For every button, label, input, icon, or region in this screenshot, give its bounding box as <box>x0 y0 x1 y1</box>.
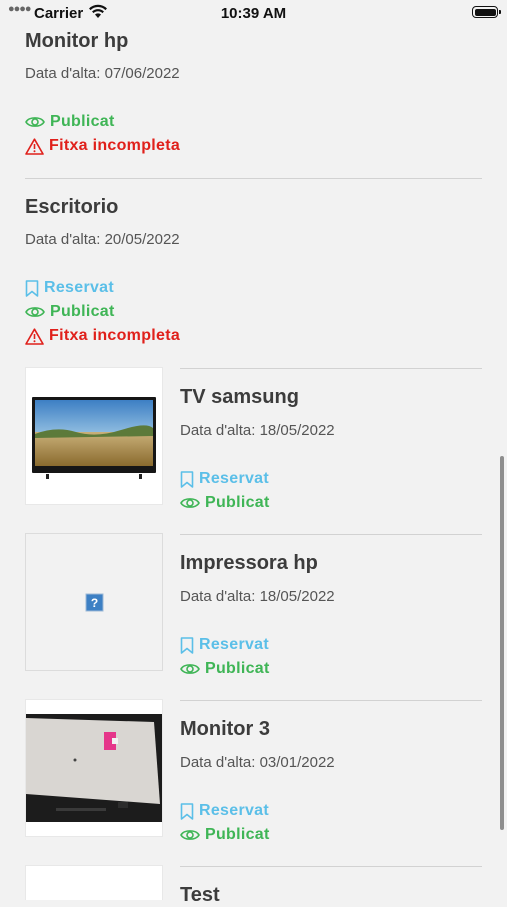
svg-text:?: ? <box>91 596 98 610</box>
clock: 10:39 AM <box>220 5 287 22</box>
item-title: Test <box>180 884 220 906</box>
divider <box>180 866 482 867</box>
item-thumbnail <box>25 699 163 837</box>
scrollbar[interactable] <box>500 456 504 830</box>
item-title: Monitor 3 <box>180 718 270 740</box>
divider <box>180 534 482 535</box>
bookmark-icon <box>180 636 194 654</box>
reserved-tag: Reservat <box>180 470 269 488</box>
monitor-image <box>26 714 162 822</box>
eye-icon <box>180 664 200 674</box>
item-date: Data d'alta: 07/06/2022 <box>25 65 180 82</box>
eye-icon <box>25 307 45 317</box>
warning-icon <box>25 327 44 345</box>
item-thumbnail <box>25 367 163 505</box>
bookmark-icon <box>25 279 39 297</box>
eye-icon <box>180 498 200 508</box>
divider <box>25 178 482 179</box>
reserved-tag: Reservat <box>25 279 114 297</box>
published-tag: Publicat <box>180 660 270 678</box>
item-date: Data d'alta: 20/05/2022 <box>25 231 180 248</box>
battery-icon <box>472 6 501 18</box>
missing-image-icon: ? <box>85 593 104 612</box>
incomplete-tag: Fitxa incompleta <box>25 327 180 345</box>
reserved-tag: Reservat <box>180 636 269 654</box>
item-title: TV samsung <box>180 386 299 408</box>
item-title: Monitor hp <box>25 30 129 52</box>
eye-icon <box>180 830 200 840</box>
tv-image <box>32 397 156 479</box>
eye-icon <box>25 117 45 127</box>
incomplete-tag: Fitxa incompleta <box>25 137 180 155</box>
warning-icon <box>25 137 44 155</box>
status-bar: ●●●● Carrier 10:39 AM <box>0 0 507 28</box>
item-date: Data d'alta: 18/05/2022 <box>180 422 335 439</box>
bookmark-icon <box>180 470 194 488</box>
published-tag: Publicat <box>180 494 270 512</box>
item-date: Data d'alta: 03/01/2022 <box>180 754 335 771</box>
published-tag: Publicat <box>25 303 115 321</box>
reserved-tag: Reservat <box>180 802 269 820</box>
published-tag: Publicat <box>25 113 115 131</box>
item-title: Impressora hp <box>180 552 318 574</box>
item-date: Data d'alta: 18/05/2022 <box>180 588 335 605</box>
divider <box>180 368 482 369</box>
item-thumbnail: ? <box>25 533 163 671</box>
divider <box>180 700 482 701</box>
published-tag: Publicat <box>180 826 270 844</box>
item-thumbnail <box>25 865 163 900</box>
bookmark-icon <box>180 802 194 820</box>
item-title: Escritorio <box>25 196 119 218</box>
